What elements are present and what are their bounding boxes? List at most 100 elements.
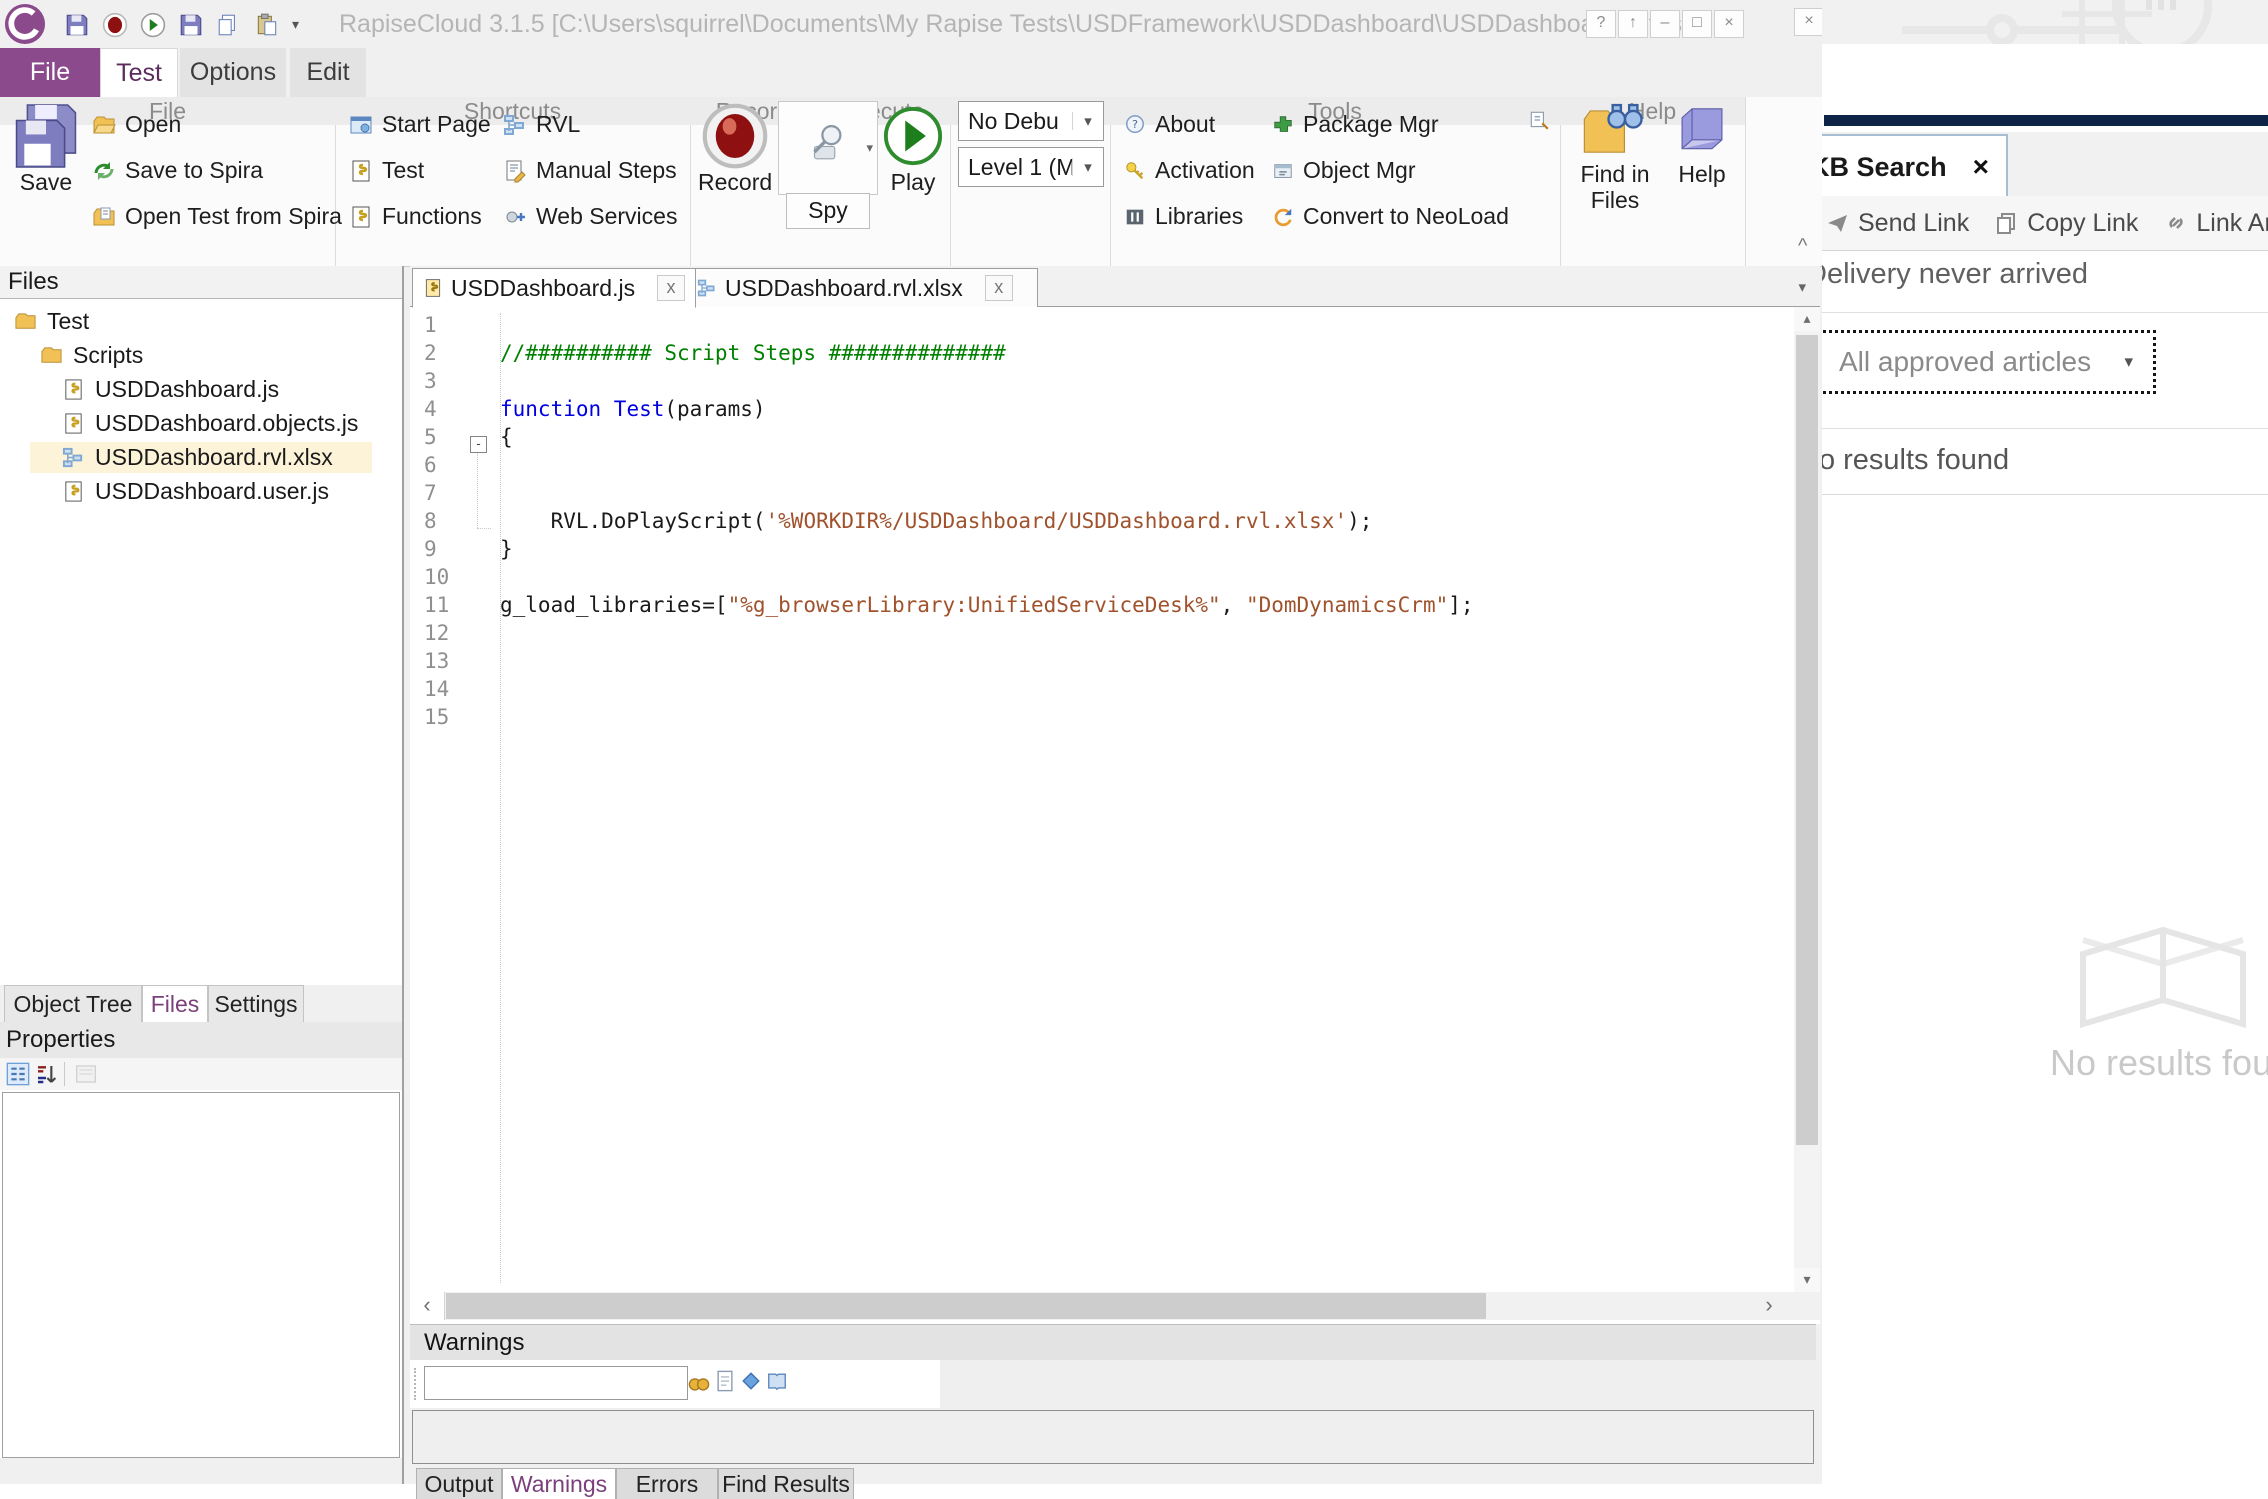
libraries-button[interactable]: Libraries [1124,203,1243,230]
tree-item-usddashboard-js[interactable]: USDDashboard.js [0,374,464,405]
toolbar-gripper[interactable] [414,1368,422,1400]
tree-item-scripts[interactable]: Scripts [0,340,442,371]
editor-tab-usddashboard-js[interactable]: USDDashboard.js x [412,268,696,308]
code-line: 15 [410,703,1794,731]
kb-filter-dropdown[interactable]: All approved articles ▾ [1822,330,2156,394]
about-button[interactable]: ? About [1124,111,1215,138]
play-button[interactable]: Play [882,103,944,196]
activation-button[interactable]: Activation [1124,157,1255,184]
rapise-window: ▾ RapiseCloud 3.1.5 [C:\Users\squirrel\D… [0,0,1824,1484]
save-button[interactable]: Save [8,103,84,196]
close-tab-icon[interactable]: x [657,275,685,301]
divider [1822,428,2268,429]
close-tab-icon[interactable]: x [985,275,1013,301]
question-balloon-icon: ? [1124,114,1146,136]
help-button[interactable]: Help [1668,101,1736,188]
warnings-filter-input[interactable] [424,1366,688,1400]
tree-item-usddashboard-rvl-xlsx[interactable]: USDDashboard.rvl.xlsx [30,442,372,473]
spy-dropdown-icon[interactable]: ▾ [866,140,873,156]
tab-file[interactable]: File [0,48,100,97]
book-icon[interactable] [766,1370,788,1392]
files-panel: Files Test Scripts USDDashboard.js USDDa… [0,266,404,1484]
tab-files[interactable]: Files [142,985,208,1023]
scroll-right-icon[interactable]: › [1752,1292,1786,1320]
kb-search-query[interactable]: Delivery never arrived [1822,258,2268,291]
quick-play-button[interactable] [140,12,166,38]
warnings-list[interactable] [412,1410,1814,1464]
close-button[interactable]: × [1714,10,1744,38]
find-in-files-button[interactable]: Find in Files [1570,101,1660,213]
quick-copy-button[interactable] [216,12,242,38]
tab-options[interactable]: Options [180,48,286,97]
spy-button-label[interactable]: Spy [786,193,870,229]
tab-list-dropdown-icon[interactable]: ▾ [1798,278,1806,296]
kb-search-tab[interactable]: KB Search × [1822,134,2008,198]
verbosity-dropdown[interactable]: Level 1 (M ▾ [958,147,1104,187]
web-services-button[interactable]: Web Services [503,203,677,230]
test-shortcut-button[interactable]: Test [349,157,424,184]
tab-test[interactable]: Test [100,48,178,98]
scroll-left-icon[interactable]: ‹ [410,1292,445,1320]
record-button[interactable]: Record [698,103,772,196]
code-line: 11g_load_libraries=["%g_browserLibrary:U… [410,591,1794,619]
functions-button[interactable]: Functions [349,203,482,230]
copy-link-button[interactable]: Copy Link [1995,209,2138,238]
spy-button[interactable]: ▾ [778,101,878,195]
manual-steps-icon [503,159,527,183]
tab-object-tree[interactable]: Object Tree [4,985,142,1023]
code-line: 10 [410,563,1794,591]
minimize-button[interactable]: – [1650,10,1680,38]
diamond-icon[interactable] [740,1370,762,1392]
convert-arrow-icon [1272,206,1294,228]
open-test-from-spira-button[interactable]: Open Test from Spira [92,203,342,230]
quick-paste-button[interactable] [254,12,280,38]
collapse-ribbon-icon[interactable]: ^ [1798,235,1807,258]
background-close-icon[interactable]: × [1794,8,1824,36]
tree-item-test[interactable]: Test [0,306,416,337]
properties-grid[interactable] [2,1092,400,1458]
find-icon[interactable] [688,1372,710,1394]
tools-dialog-launcher-icon[interactable] [1528,109,1550,131]
categorized-view-icon[interactable] [6,1062,30,1086]
open-button[interactable]: Open [92,111,181,138]
editor-vscrollbar[interactable]: ▴ ▾ [1794,307,1820,1292]
quick-save-button[interactable] [64,12,90,38]
left-panel-tabbar: Object Tree Files Settings [0,985,402,1022]
quick-record-button[interactable] [102,12,128,38]
start-page-button[interactable]: Start Page [349,111,491,138]
maximize-button[interactable]: □ [1682,10,1712,38]
qat-overflow-icon[interactable]: ▾ [292,16,299,33]
code-area[interactable]: 1 2//########## Script Steps ###########… [410,307,1794,1292]
close-kb-tab-icon[interactable]: × [1973,151,1989,183]
help-window-button[interactable]: ? [1586,10,1616,38]
package-mgr-button[interactable]: Package Mgr [1272,111,1439,138]
editor-tab-usddashboard-rvl-xlsx[interactable]: USDDashboard.rvl.xlsx x [686,268,1038,308]
tree-item-label: USDDashboard.js [95,376,279,403]
rvl-button[interactable]: RVL [503,111,580,138]
object-mgr-button[interactable]: Object Mgr [1272,157,1415,184]
debug-mode-value: No Debu [959,108,1072,135]
pin-window-button[interactable]: ↑ [1618,10,1648,38]
code-line: 4function Test(params) [410,395,1794,423]
link-article-button[interactable]: Link Article [2164,209,2268,238]
quick-save-as-button[interactable] [178,12,204,38]
save-to-spira-button[interactable]: Save to Spira [92,157,263,184]
tab-settings[interactable]: Settings [208,985,304,1023]
send-link-button[interactable]: Send Link [1826,209,1969,238]
sort-az-icon[interactable] [34,1062,58,1086]
property-pages-icon[interactable] [74,1062,98,1086]
convert-to-neoload-button[interactable]: Convert to NeoLoad [1272,203,1509,230]
manual-steps-button[interactable]: Manual Steps [503,157,677,184]
page-icon[interactable] [714,1370,736,1392]
scroll-up-icon[interactable]: ▴ [1794,307,1820,331]
editor-hscrollbar[interactable]: ‹ › [410,1292,1820,1320]
hscroll-thumb[interactable] [446,1293,1486,1319]
tree-item-usddashboard-user-js[interactable]: USDDashboard.user.js [0,476,464,507]
debug-mode-dropdown[interactable]: No Debu ▾ [958,101,1104,141]
fold-collapse-icon[interactable]: - [470,436,487,453]
scroll-down-icon[interactable]: ▾ [1794,1268,1820,1292]
vscroll-thumb[interactable] [1796,335,1818,1145]
tree-item-usddashboard-objects-js[interactable]: USDDashboard.objects.js [0,408,464,439]
kb-empty-state-label: No results found [2050,1042,2268,1084]
tab-edit[interactable]: Edit [290,48,366,97]
